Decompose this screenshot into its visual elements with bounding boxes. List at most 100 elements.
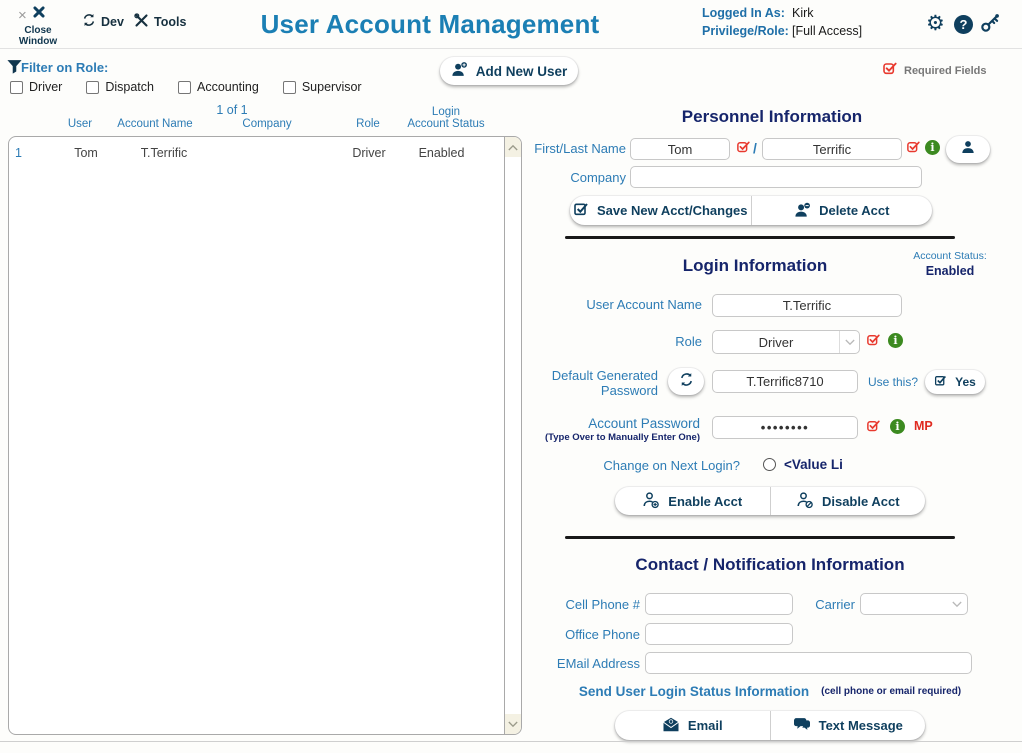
info-icon[interactable]: i [890,419,905,434]
send-login-status-label: Send User Login Status Information [579,684,809,699]
default-generated-password-field[interactable] [712,370,858,393]
filter-label-driver: Driver [29,80,62,94]
status-header-line1: Login [432,106,460,118]
text-message-button-label: Text Message [819,718,903,733]
logged-in-as-value: Kirk [792,6,814,20]
filter-checkbox-accounting[interactable]: Accounting [178,80,259,94]
save-new-acct-changes-button[interactable]: Save New Acct/Changes [570,196,751,225]
chevron-down-icon [839,331,859,353]
first-name-field[interactable] [630,138,730,160]
filter-label-accounting: Accounting [197,80,259,94]
row-status: Enabled [394,142,489,164]
refresh-icon [82,13,96,30]
help-icon[interactable]: ? [954,15,973,34]
checkbox-icon[interactable] [10,81,23,94]
role-label: Role [520,334,702,349]
checkbox-icon[interactable] [86,81,99,94]
required-check-icon [882,60,898,81]
person-disable-icon [796,491,814,512]
use-this-label: Use this? [868,375,918,389]
info-icon[interactable]: i [888,333,903,348]
save-button-label: Save New Acct/Changes [597,203,748,218]
table-row[interactable]: 1 Tom T.Terrific Driver Enabled [9,142,505,164]
checkbox-check-icon [573,201,589,220]
scroll-down-button[interactable] [505,714,521,734]
settings-gear-icon[interactable]: ⚙ [926,14,945,34]
chevron-down-icon [947,594,967,614]
regenerate-password-button[interactable] [668,368,704,395]
envelope-icon [662,717,680,735]
enable-acct-button[interactable]: Enable Acct [615,487,770,515]
required-check-icon [866,332,881,352]
person-profile-button[interactable] [946,136,990,163]
text-message-button[interactable]: Text Message [770,711,926,740]
change-next-login-radio[interactable] [763,458,776,471]
add-new-user-button[interactable]: Add New User [440,57,578,85]
user-list: 1 Tom T.Terrific Driver Enabled [8,136,522,735]
change-next-login-value: <Value Li [784,457,843,472]
carrier-dropdown[interactable] [860,593,968,615]
tools-label: Tools [154,15,186,29]
required-fields-legend: Required Fields [882,60,987,81]
info-icon[interactable]: i [925,140,940,155]
checkbox-icon[interactable] [178,81,191,94]
column-header-user: User [50,118,110,130]
person-enable-icon [642,491,660,512]
logged-in-as-label: Logged In As: [702,6,785,20]
change-on-next-login-label: Change on Next Login? [520,458,740,473]
account-status-label: Account Status: [895,250,1005,262]
close-window-label: Close Window [6,25,70,47]
role-dropdown[interactable]: Driver [712,330,860,354]
user-account-management-window: × Close Window Dev Tools User Account Ma… [0,0,1022,753]
email-address-field[interactable] [645,652,972,674]
key-icon[interactable] [980,13,1000,38]
section-divider [565,236,955,239]
record-count: 1 of 1 [200,103,264,117]
row-account-name: T.Terrific [109,142,219,164]
page-bottom-divider [0,741,1022,742]
default-password-label-line2: Password [601,383,658,398]
column-header-role: Role [338,118,398,130]
filter-label-dispatch: Dispatch [105,80,154,94]
filter-checkbox-driver[interactable]: Driver [10,80,62,94]
filter-checkbox-supervisor[interactable]: Supervisor [283,80,362,94]
row-number: 1 [15,142,33,164]
tools-button[interactable]: Tools [134,13,186,31]
column-header-company: Company [217,118,317,130]
login-information-heading: Login Information [560,256,950,276]
account-password-note: (Type Over to Manually Enter One) [480,432,700,443]
scroll-up-button[interactable] [505,137,521,157]
default-password-label-line1: Default Generated [552,368,658,383]
person-plus-icon [451,61,468,81]
notification-send-buttons: Email Text Message [615,711,925,740]
required-check-icon [906,139,921,159]
page-title: User Account Management [260,9,600,40]
user-account-name-label: User Account Name [520,297,702,312]
person-minus-icon [794,201,811,221]
last-name-field[interactable] [762,138,902,160]
checkbox-icon[interactable] [283,81,296,94]
email-button[interactable]: Email [615,711,770,740]
use-this-yes-button[interactable]: Yes [925,370,985,394]
account-password-label: Account Password [520,416,700,431]
delete-acct-button[interactable]: Delete Acct [751,196,933,225]
name-separator: / [753,140,757,156]
default-generated-password-label: Default Generated Password [520,368,658,398]
filter-on-role-label: Filter on Role: [21,60,108,75]
checkbox-check-icon [934,374,947,390]
send-login-status-note: (cell phone or email required) [821,686,961,697]
send-login-status-row: Send User Login Status Information (cell… [555,684,985,699]
contact-notification-heading: Contact / Notification Information [535,555,1005,575]
company-label: Company [520,170,626,185]
filter-checkbox-dispatch[interactable]: Dispatch [86,80,154,94]
disable-acct-button[interactable]: Disable Acct [770,487,926,515]
company-field[interactable] [630,166,922,188]
office-phone-field[interactable] [645,623,793,645]
yes-button-label: Yes [955,375,976,389]
dev-button[interactable]: Dev [82,13,124,30]
account-password-field[interactable] [712,416,858,439]
person-icon [960,139,976,160]
user-account-name-field[interactable] [712,294,902,317]
office-phone-label: Office Phone [520,627,640,642]
status-header-line2: Account Status [407,118,484,130]
